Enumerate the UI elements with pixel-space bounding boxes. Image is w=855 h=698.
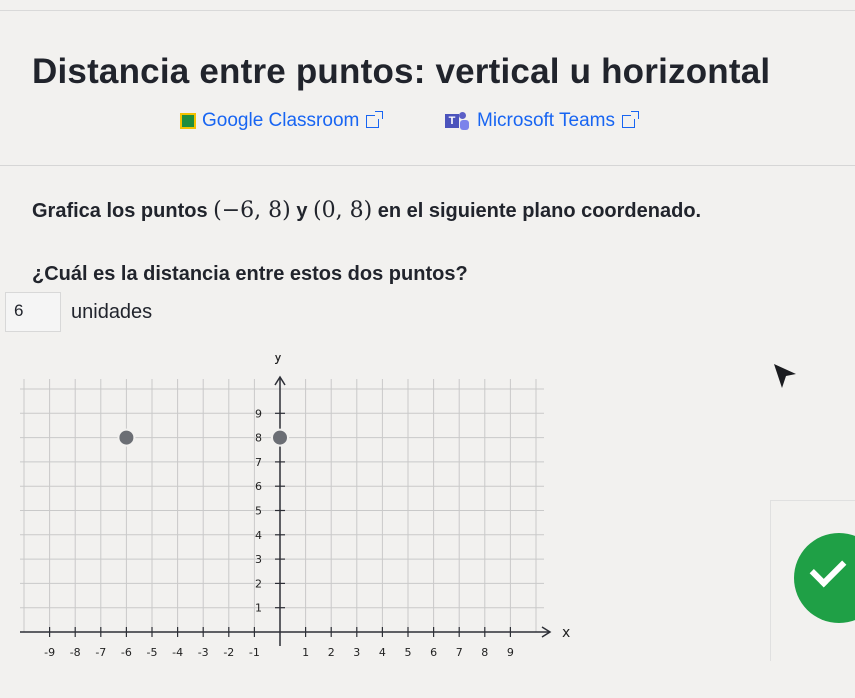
y-tick-label: 2 <box>255 577 262 590</box>
x-tick-label: -1 <box>249 646 260 659</box>
x-tick-label: 3 <box>353 646 360 659</box>
microsoft-teams-icon: T <box>445 112 469 130</box>
external-link-icon <box>621 110 639 128</box>
share-integrations: Google Classroom T Microsoft Teams <box>0 110 855 138</box>
x-tick-label: 2 <box>328 646 335 659</box>
answer-row: 6 unidades <box>5 292 152 332</box>
x-tick-label: 8 <box>481 646 488 659</box>
point-one: (−6, 8) <box>213 198 291 223</box>
google-classroom-label: Google Classroom <box>202 110 360 131</box>
prompt-suffix: en el siguiente plano coordenado. <box>377 200 702 222</box>
checkmark-icon <box>809 550 847 588</box>
answer-input[interactable]: 6 <box>5 292 61 332</box>
microsoft-teams-link[interactable]: T Microsoft Teams <box>445 110 639 132</box>
x-axis-label: x <box>562 625 570 641</box>
x-tick-label: 9 <box>507 646 514 659</box>
x-tick-label: 7 <box>456 646 463 659</box>
y-tick-label: 6 <box>255 480 262 493</box>
x-tick-label: -8 <box>70 646 81 659</box>
y-tick-label: 7 <box>255 456 262 469</box>
y-tick-label: 5 <box>255 505 262 518</box>
x-tick-label: -2 <box>223 646 234 659</box>
section-divider <box>0 165 855 166</box>
problem-prompt: Grafica los puntos (−6, 8) y (0, 8) en e… <box>32 198 701 223</box>
x-tick-label: 4 <box>379 646 386 659</box>
prompt-prefix: Grafica los puntos <box>32 200 208 222</box>
x-tick-label: -9 <box>44 646 55 659</box>
unit-label: unidades <box>71 300 153 323</box>
top-border <box>0 10 855 11</box>
x-tick-label: -7 <box>95 646 106 659</box>
x-tick-label: -3 <box>198 646 209 659</box>
x-tick-label: -5 <box>147 646 158 659</box>
y-tick-label: 9 <box>255 407 262 420</box>
x-tick-label: 1 <box>302 646 309 659</box>
x-tick-label: 6 <box>430 646 437 659</box>
y-axis-label: y <box>274 355 282 365</box>
plotted-point[interactable] <box>117 428 136 447</box>
distance-question: ¿Cuál es la distancia entre estos dos pu… <box>32 263 468 285</box>
microsoft-teams-label: Microsoft Teams <box>477 110 615 131</box>
y-tick-label: 4 <box>255 529 262 542</box>
external-link-icon <box>366 110 384 128</box>
y-tick-label: 3 <box>255 553 262 566</box>
y-tick-label: 1 <box>255 602 262 615</box>
y-tick-label: 8 <box>255 432 262 445</box>
page-title: Distancia entre puntos: vertical u horiz… <box>32 52 771 91</box>
prompt-conjunction: y <box>296 200 308 222</box>
x-tick-label: 5 <box>405 646 412 659</box>
point-two: (0, 8) <box>313 198 373 223</box>
plotted-point[interactable] <box>271 428 289 447</box>
mouse-cursor-icon <box>774 364 796 388</box>
google-classroom-link[interactable]: Google Classroom <box>180 110 384 132</box>
x-tick-label: -6 <box>121 646 132 659</box>
coordinate-plane[interactable]: -9 -8 -7 -6 -5 -4 -3 -2 -1 1 2 3 4 5 6 7 8 9 1 2 3 4 5 6 7 8 9 x y <box>20 355 580 675</box>
x-tick-label: -4 <box>172 646 183 659</box>
google-classroom-icon <box>180 113 196 129</box>
